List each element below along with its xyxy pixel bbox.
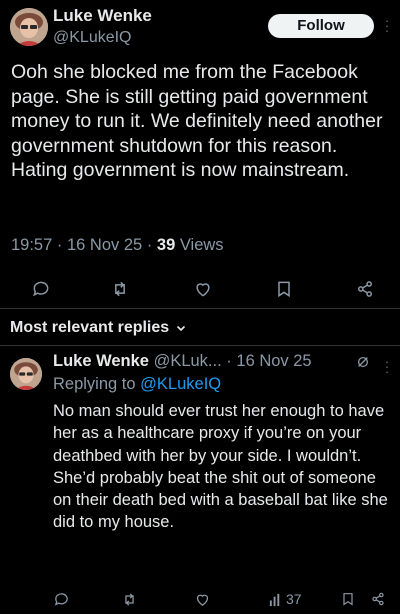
author-handle[interactable]: @KLukeIQ xyxy=(53,29,132,47)
views-label: Views xyxy=(179,236,224,254)
bookmark-icon[interactable] xyxy=(274,279,294,299)
post-meta: 19:57 · 16 Nov 25 · 39 Views xyxy=(11,236,224,254)
reply-author-name[interactable]: Luke Wenke xyxy=(53,352,149,370)
post-text: Ooh she blocked me from the Facebook pag… xyxy=(11,61,383,181)
views-count: 39 xyxy=(156,236,176,254)
follow-button[interactable]: Follow xyxy=(268,14,374,38)
author-avatar[interactable] xyxy=(10,8,48,46)
reply-date[interactable]: 16 Nov 25 xyxy=(236,352,311,370)
replying-mention[interactable]: @KLukeIQ xyxy=(140,375,221,393)
reply-action-bar: 37 xyxy=(0,591,400,611)
post-date[interactable]: 16 Nov 25 xyxy=(67,236,142,254)
post-action-bar xyxy=(0,279,400,299)
reply-avatar[interactable] xyxy=(10,358,42,390)
post-time[interactable]: 19:57 xyxy=(11,236,52,254)
like-icon[interactable] xyxy=(193,279,213,299)
replies-sort-toggle[interactable]: Most relevant replies xyxy=(10,319,187,337)
reply-post: Luke Wenke @KLuk... · 16 Nov 25 · · · Repl… xyxy=(0,346,400,614)
chevron-down-icon xyxy=(177,325,186,332)
reply-icon[interactable] xyxy=(31,279,51,299)
main-post: Luke Wenke @KLukeIQ Follow · · · Ooh she b… xyxy=(0,0,400,308)
author-name[interactable]: Luke Wenke xyxy=(53,6,152,26)
like-icon[interactable] xyxy=(194,591,211,608)
bookmark-icon[interactable] xyxy=(340,591,356,607)
reply-author-handle[interactable]: @KLuk... xyxy=(154,352,222,370)
reply-views-count: 37 xyxy=(286,591,302,607)
replies-sort-label: Most relevant replies xyxy=(10,319,170,336)
analytics-button[interactable]: 37 xyxy=(268,591,302,607)
more-icon[interactable]: · · · xyxy=(384,355,390,378)
grok-icon[interactable] xyxy=(356,355,370,374)
repost-icon[interactable] xyxy=(121,591,138,608)
reply-icon[interactable] xyxy=(53,591,70,608)
reply-header: Luke Wenke @KLuk... · 16 Nov 25 xyxy=(53,352,312,370)
repost-icon[interactable] xyxy=(110,279,130,299)
analytics-icon xyxy=(269,593,280,606)
share-icon[interactable] xyxy=(370,591,386,607)
replying-prefix: Replying to xyxy=(53,375,136,393)
replying-to: Replying to @KLukeIQ xyxy=(53,375,221,394)
divider xyxy=(0,308,400,309)
share-icon[interactable] xyxy=(355,279,375,299)
reply-text: No man should ever trust her enough to h… xyxy=(53,402,388,532)
more-icon[interactable]: · · · xyxy=(384,14,390,37)
